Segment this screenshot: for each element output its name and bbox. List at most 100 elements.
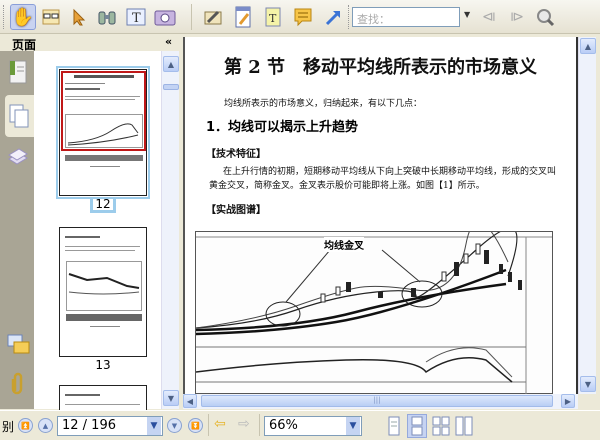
continuous-view-button[interactable] [407, 414, 427, 438]
find-tool-button[interactable] [94, 4, 120, 30]
go-back-button[interactable]: ⇦ [214, 416, 226, 432]
continuous-facing-view-button[interactable] [455, 416, 473, 439]
text-select-icon: T [126, 8, 146, 26]
speech-bubble-icon [294, 8, 312, 27]
scroll-right-button[interactable]: ▶ [561, 394, 575, 408]
chart-annotation: 均线金叉 [324, 237, 364, 252]
sidebar-tab-pages[interactable] [5, 95, 34, 137]
binoculars-icon [98, 11, 116, 25]
thumbnail-page-12[interactable] [56, 66, 150, 199]
navigation-bar: 别 ⏫ ▲ 12 / 196 ▼ ▼ ⏬ ⇦ ⇨ 66% ▼ [0, 410, 600, 439]
arrow-select-tool-button[interactable] [66, 4, 92, 30]
layers-icon [8, 148, 28, 165]
pencil-paper-icon [204, 10, 222, 25]
stock-chart-figure: 均线金叉 [195, 221, 553, 394]
separator [259, 414, 260, 436]
select-text-tool-button[interactable] [38, 4, 64, 30]
scroll-thumb[interactable]: ||| [201, 395, 553, 407]
arrow-line-tool-button[interactable] [320, 4, 346, 30]
toolbar-grip[interactable] [348, 5, 351, 29]
facing-view-button[interactable] [432, 416, 450, 439]
scroll-down-button[interactable]: ▼ [580, 376, 596, 392]
edit-note-tool-button[interactable] [230, 4, 256, 30]
sidebar-tab-strip [0, 51, 34, 409]
continuous-page-icon [411, 416, 423, 436]
thumbnail-label: 12 [90, 198, 116, 213]
status-label: 别 [2, 420, 15, 434]
scroll-down-button[interactable]: ▼ [163, 390, 179, 406]
collapse-sidebar-icon[interactable]: « [165, 35, 172, 48]
first-page-icon: ⏫ [21, 421, 30, 430]
candlestick-chart-image [195, 221, 552, 394]
sidebar-tab-layers[interactable] [7, 147, 29, 172]
find-previous-icon: ⧏ [482, 9, 496, 25]
sign-tool-button[interactable] [200, 4, 226, 30]
magnifier-icon [537, 9, 555, 27]
hand-icon: ✋ [11, 6, 35, 28]
scroll-up-button[interactable]: ▲ [163, 56, 179, 72]
camera-icon [154, 10, 176, 26]
text-box-tool-button[interactable]: T [260, 4, 286, 30]
find-next-icon: ⧐ [510, 9, 524, 25]
comment-tool-button[interactable] [290, 4, 316, 30]
zoom-dropdown-button[interactable]: ▼ [346, 417, 360, 435]
facing-pages-icon [432, 416, 450, 436]
comments-icon [7, 334, 30, 354]
thumbnail-label: 13 [95, 358, 111, 372]
arrow-cursor-icon [73, 8, 86, 26]
page-title: 第 2 节 移动平均线所表示的市场意义 [223, 57, 538, 78]
sidebar-tab-attachments[interactable] [10, 371, 26, 398]
last-page-button[interactable]: ⏬ [188, 418, 203, 433]
find-next-button[interactable]: ⧐ [504, 4, 530, 30]
document-horizontal-scrollbar[interactable]: ◀ ||| ▶ [183, 394, 578, 409]
scroll-left-button[interactable]: ◀ [183, 394, 197, 408]
search-options-button[interactable] [532, 4, 558, 30]
subheading-technical-features: 【技术特征】 [206, 149, 266, 160]
bookmark-icon [9, 60, 27, 84]
thumbnail-page-13[interactable] [59, 227, 147, 357]
last-page-icon: ⏬ [191, 421, 200, 430]
two-column-icon [455, 416, 473, 436]
svg-text:T: T [132, 11, 141, 26]
single-page-view-button[interactable] [387, 416, 401, 439]
forward-arrow-icon: ⇨ [238, 416, 250, 432]
next-page-icon: ▼ [171, 421, 178, 430]
previous-page-icon: ▲ [42, 421, 49, 430]
back-arrow-icon: ⇦ [214, 416, 226, 432]
scroll-thumb[interactable] [163, 84, 179, 90]
zoom-value: 66% [269, 418, 298, 433]
previous-page-button[interactable]: ▲ [38, 418, 53, 433]
diagonal-arrow-icon [325, 10, 341, 26]
toolbar: ✋ T T 查找： ▼ ⧏ ⧐ [0, 0, 600, 34]
pages-icon [9, 104, 29, 128]
separator [208, 414, 209, 436]
text-tool-button[interactable]: T [123, 4, 149, 30]
document-vertical-scrollbar[interactable]: ▲ ▼ [578, 37, 596, 394]
text-box-icon: T [265, 7, 281, 27]
sidebar-tab-comments[interactable] [7, 334, 31, 361]
single-page-icon [388, 416, 400, 436]
scroll-up-button[interactable]: ▲ [580, 38, 596, 54]
intro-text: 均线所表示的市场意义，归纳起来，有以下几点： [224, 99, 423, 109]
svg-text:T: T [269, 12, 277, 25]
sidebar-tab-bookmarks[interactable] [6, 59, 28, 88]
find-input[interactable]: 查找： [352, 7, 460, 27]
sidebar-header: 页面 « [0, 35, 182, 52]
go-forward-button[interactable]: ⇨ [238, 416, 250, 432]
hand-tool-button[interactable]: ✋ [10, 4, 36, 30]
subheading-chart: 【实战图谱】 [206, 205, 266, 216]
glasses-icon [42, 9, 60, 25]
find-dropdown-arrow-icon[interactable]: ▼ [464, 10, 470, 19]
thumbnail-panel: 12 13 [34, 51, 161, 415]
page-number-value: 12 / 196 [62, 418, 116, 433]
next-page-button[interactable]: ▼ [167, 418, 182, 433]
toolbar-separator [191, 4, 192, 30]
page-dropdown-button[interactable]: ▼ [147, 417, 161, 435]
first-page-button[interactable]: ⏫ [18, 418, 33, 433]
find-previous-button[interactable]: ⧏ [476, 4, 502, 30]
toolbar-grip[interactable] [3, 5, 6, 29]
notepad-pencil-icon [235, 6, 251, 28]
thumbnail-scrollbar[interactable]: ▲ ▼ [161, 51, 179, 409]
thumbnail-page-image [59, 69, 147, 196]
snapshot-tool-button[interactable] [152, 4, 178, 30]
